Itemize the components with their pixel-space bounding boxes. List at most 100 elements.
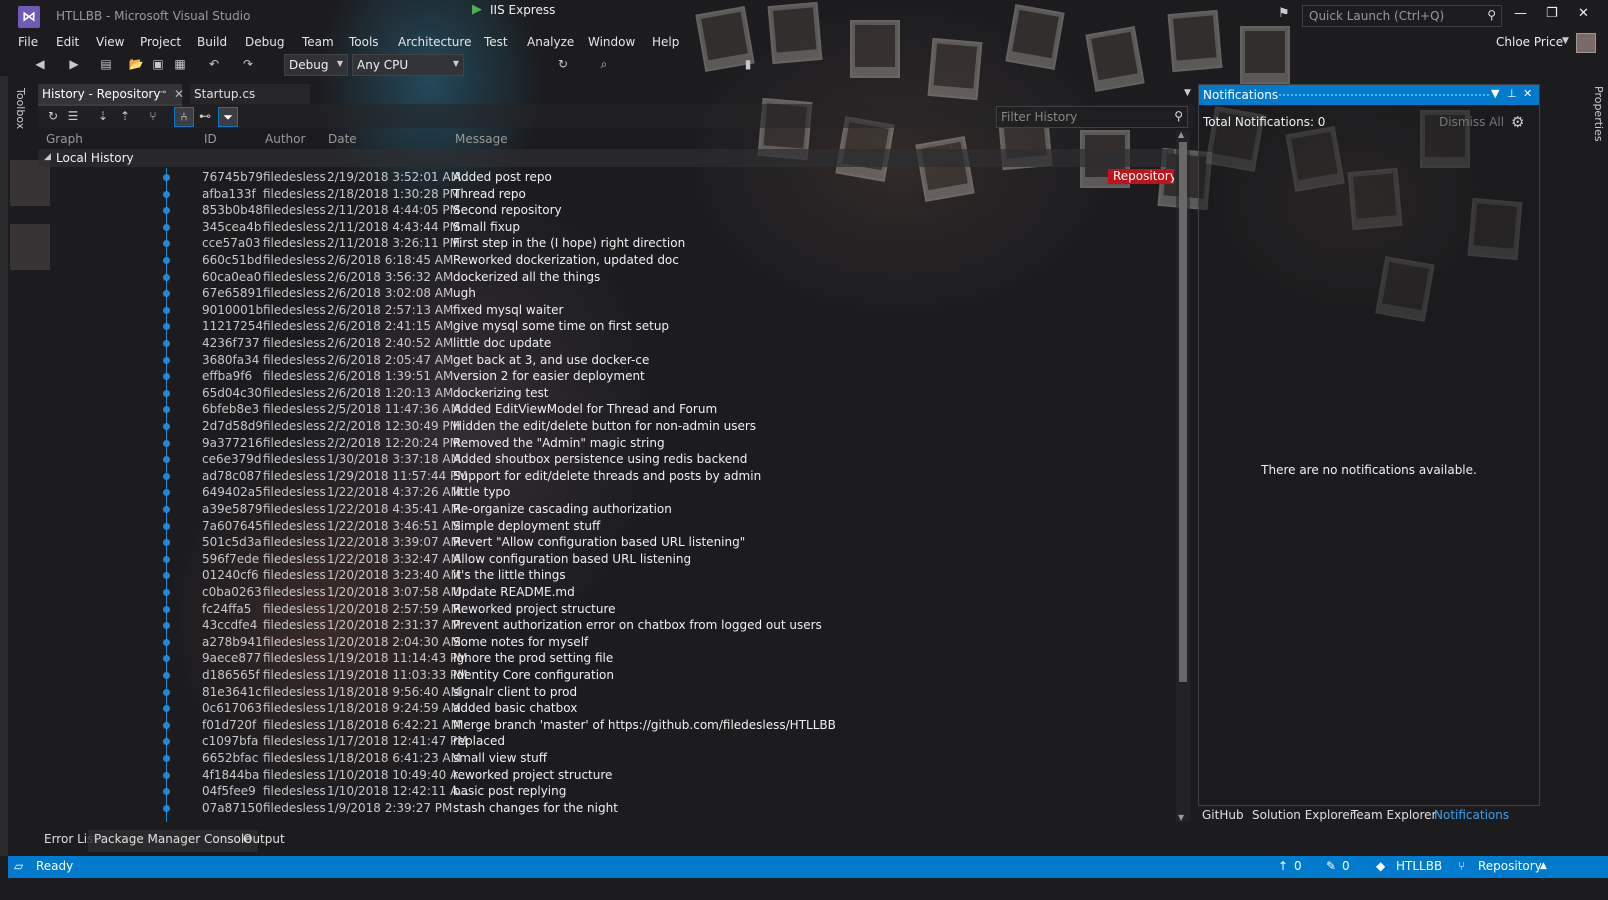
list-view-icon[interactable]: ☰: [64, 107, 82, 125]
tab-notifications[interactable]: Notifications: [1434, 806, 1509, 826]
table-row[interactable]: 01240cf6 filedesless 1/20/2018 3:23:40 AM i…: [38, 566, 1174, 583]
table-row[interactable]: 9aece877 filedesless 1/19/2018 11:14:43 PM…: [38, 649, 1174, 666]
repository-badge[interactable]: Repository: [1108, 169, 1174, 184]
tab-package-manager-console[interactable]: Package Manager Console: [88, 830, 258, 852]
table-row[interactable]: 345cea4b filedesless 2/11/2018 4:43:44 PM S…: [38, 218, 1174, 235]
platform-select[interactable]: Any CPU ▼: [352, 54, 464, 76]
filter-history-input[interactable]: Filter History ⚲: [996, 106, 1188, 128]
column-author[interactable]: Author: [265, 132, 305, 146]
table-row[interactable]: 65d04c30 filedesless 2/6/2018 1:20:13 AM do…: [38, 384, 1174, 401]
table-row[interactable]: 67e65891 filedesless 2/6/2018 3:02:08 AM ug…: [38, 284, 1174, 301]
table-row[interactable]: ad78c087 filedesless 1/29/2018 11:57:44 PM…: [38, 467, 1174, 484]
table-row[interactable]: d186565f filedesless 1/19/2018 11:03:33 PM…: [38, 666, 1174, 683]
table-row[interactable]: a39e5879 filedesless 1/22/2018 4:35:41 AM R…: [38, 500, 1174, 517]
column-graph[interactable]: Graph: [46, 132, 83, 146]
menu-tools[interactable]: Tools: [349, 35, 379, 49]
table-row[interactable]: 76745b79 filedesless 2/19/2018 3:52:01 AM A…: [38, 168, 1174, 185]
menu-debug[interactable]: Debug: [245, 35, 284, 49]
restore-icon[interactable]: ❐: [1546, 6, 1558, 21]
menu-build[interactable]: Build: [197, 35, 227, 49]
table-row[interactable]: 6bfeb8e3 filedesless 2/5/2018 11:47:36 AM A…: [38, 400, 1174, 417]
menu-edit[interactable]: Edit: [56, 35, 79, 49]
table-row[interactable]: 11217254 filedesless 2/6/2018 2:41:15 AM gi…: [38, 317, 1174, 334]
bookmark-icon[interactable]: ▮: [740, 56, 756, 72]
tab-history-repository[interactable]: History - Repository ⊸: [38, 84, 182, 106]
tab-startup-cs[interactable]: Startup.cs: [190, 84, 310, 104]
table-row[interactable]: 596f7ede filedesless 1/22/2018 3:32:47 AM A…: [38, 550, 1174, 567]
go-to-child-icon[interactable]: ⇣: [94, 107, 112, 125]
table-row[interactable]: 60ca0ea0 filedesless 2/6/2018 3:56:32 AM do…: [38, 268, 1174, 285]
table-row[interactable]: 04f5fee9 filedesless 1/10/2018 12:42:11 A.…: [38, 782, 1174, 799]
table-row[interactable]: 501c5d3a filedesless 1/22/2018 3:39:07 AM R…: [38, 533, 1174, 550]
tab-team-explorer[interactable]: Team Explorer: [1351, 806, 1437, 826]
save-all-icon[interactable]: ▦: [172, 56, 188, 72]
unpublished-commits-count[interactable]: 0: [1294, 859, 1302, 873]
header-grip[interactable]: [1279, 94, 1489, 98]
table-row[interactable]: c0ba0263 filedesless 1/20/2018 3:07:58 AM U…: [38, 583, 1174, 600]
menu-help[interactable]: Help: [652, 35, 679, 49]
table-row[interactable]: 9010001b filedesless 2/6/2018 2:57:13 AM fi…: [38, 301, 1174, 318]
navigate-forward-icon[interactable]: ▶: [66, 56, 82, 72]
start-debugging-icon[interactable]: ▶: [472, 2, 482, 17]
table-row[interactable]: 649402a5 filedesless 1/22/2018 4:37:26 AM l…: [38, 483, 1174, 500]
table-row[interactable]: 81e3641c filedesless 1/18/2018 9:56:40 AM s…: [38, 683, 1174, 700]
branch-icon[interactable]: ⑂: [1458, 859, 1465, 873]
user-account[interactable]: Chloe Price: [1496, 35, 1563, 49]
local-history-group[interactable]: ◢ Local History: [38, 149, 1174, 167]
refresh-icon[interactable]: ↻: [555, 56, 571, 72]
find-icon[interactable]: ⌕: [596, 56, 612, 72]
table-row[interactable]: 0c617063 filedesless 1/18/2018 9:24:59 AM a…: [38, 699, 1174, 716]
table-row[interactable]: ce6e379d filedesless 1/30/2018 3:37:18 AM A…: [38, 450, 1174, 467]
tab-output[interactable]: Output: [237, 830, 291, 852]
pencil-icon[interactable]: ✎: [1326, 859, 1336, 873]
repository-icon[interactable]: ◆: [1376, 859, 1385, 873]
menu-test[interactable]: Test: [484, 35, 508, 49]
table-row[interactable]: 660c51bd filedesless 2/6/2018 6:18:45 AM Re…: [38, 251, 1174, 268]
minimize-icon[interactable]: —: [1514, 6, 1527, 21]
tab-solution-explorer[interactable]: Solution Explorer: [1252, 806, 1355, 826]
chevron-down-icon[interactable]: ▼: [1184, 88, 1191, 98]
table-row[interactable]: 3680fa34 filedesless 2/6/2018 2:05:47 AM ge…: [38, 351, 1174, 368]
column-date[interactable]: Date: [328, 132, 357, 146]
tab-github[interactable]: GitHub: [1202, 806, 1244, 826]
table-row[interactable]: a278b941 filedesless 1/20/2018 2:04:30 AM S…: [38, 633, 1174, 650]
run-target-button[interactable]: IIS Express: [490, 3, 555, 17]
table-row[interactable]: 7a607645 filedesless 1/22/2018 3:46:51 AM S…: [38, 517, 1174, 534]
table-row[interactable]: 4f1844ba filedesless 1/10/2018 10:49:40 A.…: [38, 766, 1174, 783]
close-icon[interactable]: ✕: [1578, 6, 1589, 21]
gear-icon[interactable]: ⚙: [1511, 113, 1524, 131]
scroll-up-icon[interactable]: ▲: [1178, 130, 1184, 139]
menu-view[interactable]: View: [96, 35, 124, 49]
chevron-up-icon[interactable]: ▲: [1540, 861, 1547, 871]
menu-file[interactable]: File: [18, 35, 38, 49]
chevron-down-icon[interactable]: ▼: [1491, 87, 1499, 100]
repository-name[interactable]: HTLLBB: [1396, 859, 1442, 873]
table-row[interactable]: afba133f filedesless 2/18/2018 1:30:28 PM T…: [38, 185, 1174, 202]
undo-icon[interactable]: ↶: [206, 56, 222, 72]
show-graph-icon[interactable]: ⊷: [196, 107, 214, 125]
filter-merge-icon[interactable]: ⑃: [174, 107, 194, 127]
go-to-parent-icon[interactable]: ⇡: [116, 107, 134, 125]
table-row[interactable]: 853b0b48 filedesless 2/11/2018 4:44:05 PM S…: [38, 201, 1174, 218]
menu-team[interactable]: Team: [302, 35, 334, 49]
open-file-icon[interactable]: 📂: [128, 56, 144, 72]
close-icon[interactable]: ✕: [174, 87, 184, 101]
table-row[interactable]: f01d720f filedesless 1/18/2018 6:42:21 AM M…: [38, 716, 1174, 733]
menu-architecture[interactable]: Architecture: [398, 35, 471, 49]
table-row[interactable]: effba9f6 filedesless 2/6/2018 1:39:51 AM ve…: [38, 367, 1174, 384]
chevron-down-icon[interactable]: ▼: [1562, 36, 1569, 46]
branch-icon[interactable]: ⑂: [144, 107, 162, 125]
pin-icon[interactable]: ⊸: [158, 87, 166, 98]
show-tags-icon[interactable]: ⏷: [218, 107, 238, 127]
branch-name[interactable]: Repository: [1478, 859, 1542, 873]
avatar[interactable]: [1576, 33, 1596, 53]
save-icon[interactable]: ▣: [150, 56, 166, 72]
column-message[interactable]: Message: [455, 132, 508, 146]
pin-icon[interactable]: ⊥: [1507, 87, 1517, 100]
menu-project[interactable]: Project: [140, 35, 181, 49]
table-row[interactable]: cce57a03 filedesless 2/11/2018 3:26:11 PM F…: [38, 234, 1174, 251]
properties-tab[interactable]: Properties: [1592, 86, 1605, 142]
table-row[interactable]: 6652bfac filedesless 1/18/2018 6:41:23 AM s…: [38, 749, 1174, 766]
quick-launch-input[interactable]: Quick Launch (Ctrl+Q) ⚲: [1302, 5, 1502, 27]
navigate-back-icon[interactable]: ◀: [32, 56, 48, 72]
